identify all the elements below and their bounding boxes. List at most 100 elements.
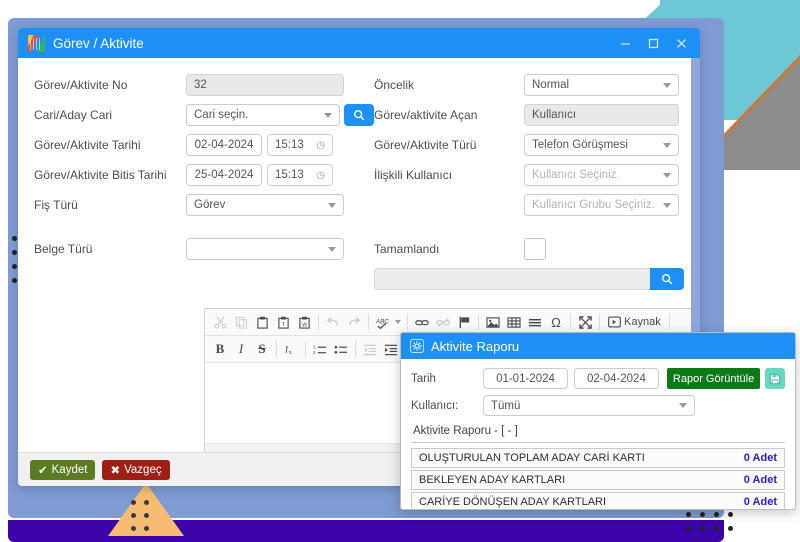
- close-icon[interactable]: [668, 31, 694, 55]
- indent-icon[interactable]: [381, 339, 401, 359]
- undo-icon[interactable]: [323, 312, 343, 332]
- global-search-button[interactable]: [650, 268, 684, 290]
- maximize-icon[interactable]: [640, 31, 666, 55]
- spellcheck-icon[interactable]: ABC: [373, 312, 403, 332]
- paste-word-icon[interactable]: W: [294, 312, 314, 332]
- field-row-start-date: Görev/Aktivite Tarihi 02-04-2024 15:13 ◷: [34, 132, 374, 158]
- dot-grid-triangle: [131, 500, 149, 531]
- label-related-user: İlişkili Kullanıcı: [374, 168, 453, 182]
- remove-format-icon[interactable]: Ix: [281, 339, 301, 359]
- link-icon[interactable]: [412, 312, 432, 332]
- toolbar-separator: [276, 341, 277, 357]
- paste-icon[interactable]: [252, 312, 272, 332]
- chevron-down-icon: [324, 112, 332, 118]
- italic-icon[interactable]: I: [231, 339, 251, 359]
- numbered-list-icon[interactable]: 12: [310, 339, 330, 359]
- label-opened-by: Görev/aktivite Açan: [374, 108, 478, 122]
- list-item[interactable]: BEKLEYEN ADAY KARTLARI 0 Adet: [411, 470, 785, 490]
- outdent-icon[interactable]: [360, 339, 380, 359]
- customer-select[interactable]: Cari seçin.: [186, 104, 340, 126]
- maximize-editor-icon[interactable]: [575, 312, 595, 332]
- unlink-icon[interactable]: [433, 312, 453, 332]
- report-user-value: Tümü: [491, 399, 521, 412]
- end-time-input[interactable]: 15:13 ◷: [267, 164, 333, 186]
- source-icon[interactable]: Kaynak: [604, 312, 665, 332]
- cut-icon[interactable]: [210, 312, 230, 332]
- anchor-flag-icon[interactable]: [454, 312, 474, 332]
- list-item-count: 0 Adet: [743, 496, 777, 508]
- image-icon[interactable]: [483, 312, 503, 332]
- field-row-activity-type: Görev/Aktivite Türü Telefon Görüşmesi: [374, 132, 684, 158]
- report-user-label: Kullanıcı:: [411, 399, 459, 412]
- clock-icon: ◷: [316, 169, 325, 181]
- svg-text:1: 1: [313, 344, 316, 349]
- opened-by-input[interactable]: Kullanıcı: [524, 104, 679, 126]
- priority-select[interactable]: Normal: [524, 74, 679, 96]
- activity-type-select[interactable]: Telefon Görüşmesi: [524, 134, 679, 156]
- clock-icon: ◷: [316, 139, 325, 151]
- form-column-right: Öncelik Normal Görev/aktivite Açan Kulla…: [374, 72, 684, 290]
- list-item-count: 0 Adet: [743, 474, 777, 486]
- task-no-input[interactable]: 32: [186, 74, 344, 96]
- cancel-button[interactable]: ✖ Vazgeç: [102, 459, 170, 480]
- start-time-input[interactable]: 15:13 ◷: [267, 134, 333, 156]
- start-date-input[interactable]: 02-04-2024: [186, 134, 262, 156]
- field-row-end-date: Görev/Aktivite Bitis Tarihi 25-04-2024 1…: [34, 162, 374, 188]
- global-search-input[interactable]: [374, 268, 650, 290]
- report-titlebar: Aktivite Raporu: [401, 333, 795, 359]
- field-row-opened-by: Görev/aktivite Açan Kullanıcı: [374, 102, 684, 128]
- report-date-to-input[interactable]: 02-04-2024: [573, 368, 659, 389]
- report-date-from-input[interactable]: 01-01-2024: [483, 368, 568, 389]
- user-group-select[interactable]: Kullanıcı Grubu Seçiniz.: [524, 194, 679, 216]
- view-report-button[interactable]: Rapor Görüntüle: [666, 368, 761, 389]
- horizontal-rule-icon[interactable]: [525, 312, 545, 332]
- end-date-input[interactable]: 25-04-2024: [186, 164, 262, 186]
- window-title: Görev / Aktivite: [53, 35, 144, 51]
- bold-icon[interactable]: B: [210, 339, 230, 359]
- list-item[interactable]: OLUŞTURULAN TOPLAM ADAY CARİ KARTI 0 Ade…: [411, 448, 785, 468]
- list-item-count: 0 Adet: [743, 452, 777, 464]
- copy-icon[interactable]: [231, 312, 251, 332]
- list-item[interactable]: CARİYE DÖNÜŞEN ADAY KARTLARI 0 Adet: [411, 492, 785, 509]
- save-file-icon[interactable]: [765, 368, 785, 389]
- special-char-icon[interactable]: Ω: [546, 312, 566, 332]
- table-icon[interactable]: [504, 312, 524, 332]
- chevron-down-icon: [328, 202, 336, 208]
- dot-grid-right: [686, 512, 733, 531]
- report-body: Tarih 01-01-2024 02-04-2024 Rapor Görünt…: [401, 359, 795, 509]
- toolbar-separator: [305, 341, 306, 357]
- related-user-select[interactable]: Kullanıcı Seçiniz.: [524, 164, 679, 186]
- receipt-type-value: Görev: [194, 199, 226, 211]
- customer-search-button[interactable]: [344, 104, 374, 126]
- related-user-value: Kullanıcı Seçiniz.: [532, 169, 620, 181]
- form-column-left: Görev/Aktivite No 32 Cari/Aday Cari Cari…: [34, 72, 374, 290]
- list-item-label: CARİYE DÖNÜŞEN ADAY KARTLARI: [419, 496, 607, 508]
- label-end-date: Görev/Aktivite Bitis Tarihi: [34, 168, 167, 182]
- bulleted-list-icon[interactable]: [331, 339, 351, 359]
- customer-select-value: Cari seçin.: [194, 109, 249, 121]
- special-char-glyph: Ω: [551, 314, 561, 330]
- svg-text:x: x: [289, 349, 293, 356]
- list-item-label: OLUŞTURULAN TOPLAM ADAY CARİ KARTI: [419, 452, 645, 464]
- paste-text-icon[interactable]: T: [273, 312, 293, 332]
- save-label: Kaydet: [51, 463, 88, 476]
- redo-icon[interactable]: [344, 312, 364, 332]
- minimize-icon[interactable]: [612, 31, 638, 55]
- report-user-row: Kullanıcı: Tümü: [411, 395, 785, 416]
- svg-text:W: W: [302, 322, 307, 328]
- svg-text:2: 2: [313, 350, 316, 355]
- strike-icon[interactable]: S: [252, 339, 272, 359]
- toolbar-separator: [570, 314, 571, 330]
- report-date-label: Tarih: [411, 372, 436, 385]
- receipt-type-select[interactable]: Görev: [186, 194, 344, 216]
- label-customer: Cari/Aday Cari: [34, 108, 113, 122]
- field-row-document-type: Belge Türü: [34, 236, 374, 262]
- completed-checkbox[interactable]: [524, 238, 546, 260]
- report-user-select[interactable]: Tümü: [483, 395, 695, 416]
- document-type-select[interactable]: [186, 238, 344, 260]
- toolbar-separator: [478, 314, 479, 330]
- save-button[interactable]: ✔ Kaydet: [30, 459, 96, 480]
- field-row-receipt-type: Fiş Türü Görev: [34, 192, 374, 218]
- report-subtitle: Aktivite Raporu - [ - ]: [411, 422, 785, 443]
